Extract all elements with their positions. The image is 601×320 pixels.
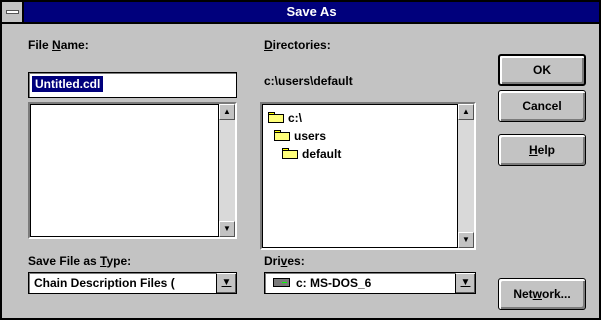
system-menu-icon[interactable]: [2, 2, 24, 22]
file-name-value: Untitled.cdl: [32, 76, 104, 92]
save-type-select[interactable]: Chain Description Files ( ▼: [28, 272, 237, 294]
title-bar: Save As: [2, 2, 599, 24]
directories-label: Directories:: [264, 38, 331, 52]
save-type-value: Chain Description Files (: [34, 276, 175, 290]
file-name-input[interactable]: Untitled.cdl: [28, 72, 237, 98]
scroll-up-arrow-icon[interactable]: ▲: [458, 104, 474, 120]
network-button[interactable]: Network...: [498, 278, 586, 310]
current-directory-path: c:\users\default: [264, 74, 353, 88]
file-name-label: File Name:: [28, 38, 89, 52]
save-as-dialog: Save As File Name: Untitled.cdl ▲ ▼ Dire…: [0, 0, 601, 320]
dropdown-arrow-icon[interactable]: ▼: [216, 273, 236, 293]
tree-item-root[interactable]: c:\: [268, 110, 302, 126]
directory-scrollbar[interactable]: ▲ ▼: [457, 104, 474, 248]
hard-drive-icon: [273, 278, 290, 287]
help-button[interactable]: Help: [498, 134, 586, 166]
drives-label: Drives:: [264, 254, 305, 268]
save-type-label: Save File as Type:: [28, 254, 132, 268]
file-list[interactable]: ▲ ▼: [28, 102, 237, 239]
folder-open-icon: [274, 130, 290, 141]
directory-tree[interactable]: c:\ users default ▲ ▼: [260, 102, 476, 250]
dialog-title: Save As: [286, 4, 337, 19]
ok-button[interactable]: OK: [498, 54, 586, 86]
scroll-down-arrow-icon[interactable]: ▼: [219, 221, 235, 237]
scroll-up-arrow-icon[interactable]: ▲: [219, 104, 235, 120]
tree-item-users[interactable]: users: [274, 128, 326, 144]
drives-value: c: MS-DOS_6: [273, 273, 453, 293]
cancel-button[interactable]: Cancel: [498, 90, 586, 122]
folder-open-icon: [268, 112, 284, 123]
folder-open-icon: [282, 148, 298, 159]
file-list-scrollbar[interactable]: ▲ ▼: [218, 104, 235, 237]
drives-select[interactable]: c: MS-DOS_6 ▼: [264, 272, 476, 294]
scroll-down-arrow-icon[interactable]: ▼: [458, 232, 474, 248]
dropdown-arrow-icon[interactable]: ▼: [455, 273, 475, 293]
tree-item-default[interactable]: default: [282, 146, 341, 162]
